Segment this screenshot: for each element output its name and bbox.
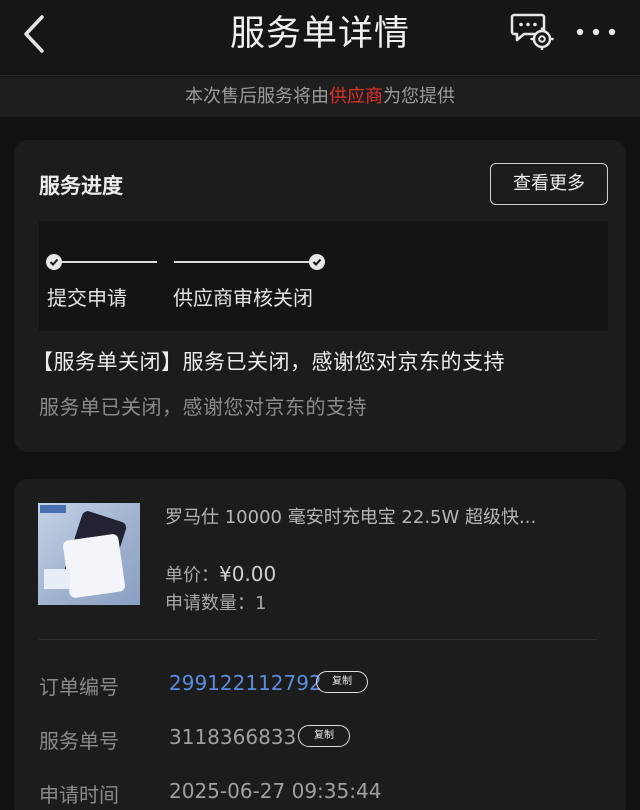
power-bank-shape (62, 533, 126, 599)
nav-bar: 服务单详情 (0, 0, 640, 76)
order-number-link[interactable]: 299122112792 (169, 671, 322, 695)
service-number-value: 3118366833 (169, 725, 297, 749)
step-check-icon (46, 254, 62, 270)
service-number-label: 服务单号 (39, 729, 119, 753)
apply-quantity: 申请数量：1 (165, 589, 266, 615)
copy-order-number-button[interactable]: 复制 (316, 671, 368, 693)
section-title: 服务进度 (39, 174, 123, 198)
divider (39, 639, 597, 640)
product-thumbnail[interactable] (38, 503, 140, 605)
unit-price: 单价：¥0.00 (165, 561, 276, 587)
price-value: ¥0.00 (219, 562, 277, 586)
product-detail-card: 罗马仕 10000 毫安时充电宝 22.5W 超级快... 单价：¥0.00 申… (14, 479, 626, 810)
price-label: 单价： (165, 565, 219, 586)
chat-settings-icon[interactable] (510, 12, 554, 51)
order-number-label: 订单编号 (39, 675, 119, 699)
service-provider-notice: 本次售后服务将由供应商为您提供 (0, 77, 640, 117)
notice-prefix: 本次售后服务将由 (185, 86, 329, 107)
step-label: 供应商审核关闭 (173, 286, 313, 310)
progress-line (174, 261, 309, 263)
status-main-text: 【服务单关闭】服务已关闭，感谢您对京东的支持 (32, 350, 505, 374)
apply-time-value: 2025-06-27 09:35:44 (169, 779, 382, 803)
step-label: 提交申请 (47, 286, 127, 310)
apply-time-label: 申请时间 (39, 783, 119, 807)
progress-line (62, 261, 157, 263)
brand-tag (40, 505, 66, 513)
progress-tracker: 提交申请 供应商审核关闭 (39, 221, 608, 331)
step-check-icon (309, 254, 325, 270)
more-icon[interactable] (574, 22, 618, 42)
status-sub-text: 服务单已关闭，感谢您对京东的支持 (39, 395, 367, 419)
copy-service-number-button[interactable]: 复制 (298, 725, 350, 747)
notice-suffix: 为您提供 (383, 86, 455, 107)
view-more-button[interactable]: 查看更多 (490, 163, 608, 205)
qty-label: 申请数量： (165, 593, 255, 614)
box-label (44, 569, 70, 589)
notice-highlight: 供应商 (329, 86, 383, 107)
service-progress-card: 服务进度 查看更多 提交申请 供应商审核关闭 【服务单关闭】服务已关闭，感谢您对… (14, 140, 626, 452)
product-name[interactable]: 罗马仕 10000 毫安时充电宝 22.5W 超级快... (165, 503, 565, 529)
qty-value: 1 (255, 593, 267, 614)
